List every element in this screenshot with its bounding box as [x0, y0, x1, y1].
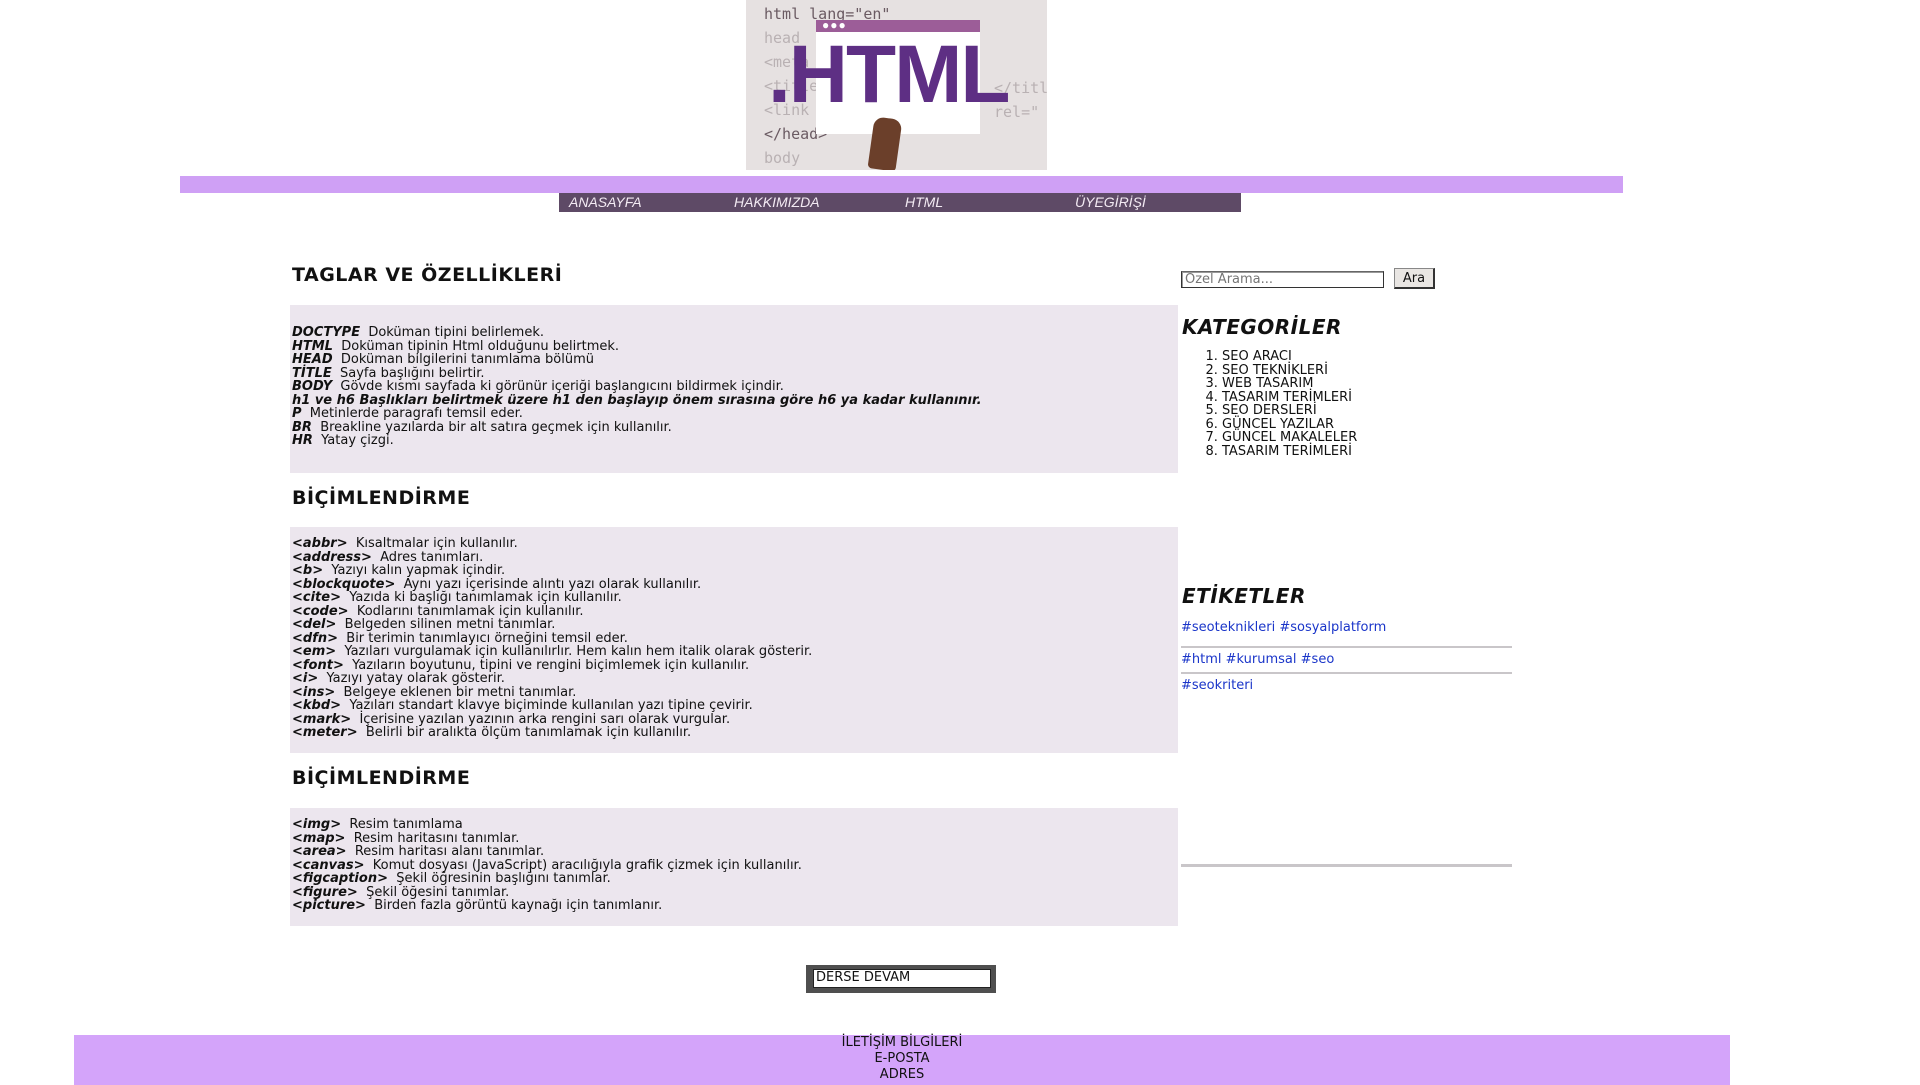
tag-row: <figure> Şekil öğesini tanımlar.: [292, 885, 1178, 900]
category-item[interactable]: GÜNCEL YAZILAR: [1222, 417, 1357, 432]
tag-row: <i> Yazıyı yatay olarak gösterir.: [292, 672, 1178, 686]
search-button[interactable]: Ara: [1394, 268, 1435, 289]
tag-link[interactable]: #seokriteri: [1181, 678, 1253, 693]
section-title-tags: TAGLAR VE ÖZELLİKLERİ: [292, 264, 563, 286]
tag-name: <meter>: [292, 725, 358, 740]
tag-row: P Metinlerde paragrafı temsil eder.: [292, 407, 1178, 421]
category-item[interactable]: SEO ARACI: [1222, 350, 1357, 364]
tag-row: <dfn> Bir terimin tanımlayıcı örneğini t…: [292, 631, 1178, 646]
tag-row: BR Breakline yazılarda bir alt satıra ge…: [292, 420, 1178, 435]
tag-row: HR Yatay çizgi.: [292, 434, 1178, 448]
top-accent-bar: [180, 176, 1623, 193]
tag-name: HR: [292, 433, 313, 448]
continue-lesson-label: DERSE DEVAM: [813, 969, 991, 988]
pointing-hand-icon: [867, 116, 903, 170]
media-content-box: <img> Resim tanımlama <map> Resim haritas…: [290, 808, 1178, 926]
divider: [1181, 646, 1512, 648]
tag-row: HEAD Doküman bilgilerini tanımlama bölüm…: [292, 353, 1178, 367]
tag-row: <b> Yazıyı kalın yapmak içindir.: [292, 564, 1178, 578]
categories-list: SEO ARACI SEO TEKNİKLERİ WEB TASARIM TAS…: [1181, 350, 1357, 458]
tag-row: <em> Yazıları vurgulamak için kullanılır…: [292, 645, 1178, 659]
nav-item-uyegirisi[interactable]: ÜYEGİRİŞİ: [1075, 194, 1146, 210]
main-nav: ANASAYFA HAKKIMIZDA HTML ÜYEGİRİŞİ: [559, 193, 1241, 212]
tag-description: Belirli bir aralıkta ölçüm tanımlamak iç…: [365, 725, 692, 740]
tag-line: #seoteknikleri #sosyalplatform: [1181, 620, 1386, 635]
tag-line: #seokriteri: [1181, 678, 1253, 693]
tag-row: <area> Resim haritası alanı tanımlar.: [292, 845, 1178, 859]
category-item[interactable]: GÜNCEL MAKALELER: [1222, 431, 1357, 445]
tag-row: <kbd> Yazıları standart klavye biçiminde…: [292, 699, 1178, 713]
category-item[interactable]: SEO TEKNİKLERİ: [1222, 363, 1357, 378]
tag-row: <figcaption> Şekil öğresinin başlığını t…: [292, 872, 1178, 886]
tag-row: HTML Doküman tipinin Html olduğunu belir…: [292, 339, 1178, 354]
footer-email: E-POSTA: [874, 1051, 930, 1066]
tag-name: <picture>: [292, 898, 366, 913]
footer-address: ADRES: [879, 1067, 925, 1082]
tag-link[interactable]: #seo: [1301, 652, 1335, 667]
tag-link[interactable]: #sosyalplatform: [1279, 620, 1386, 635]
tag-link[interactable]: #html: [1181, 652, 1222, 667]
nav-item-hakkimizda[interactable]: HAKKIMIZDA: [734, 194, 820, 210]
tag-row: <canvas> Komut dosyası (JavaScript) arac…: [292, 858, 1178, 873]
tag-row: <font> Yazıların boyutunu, tipini ve ren…: [292, 658, 1178, 673]
categories-title: KATEGORİLER: [1182, 315, 1342, 339]
tag-link[interactable]: #seoteknikleri: [1181, 620, 1275, 635]
nav-item-anasayfa[interactable]: ANASAYFA: [569, 194, 642, 210]
tag-line: #html #kurumsal #seo: [1181, 652, 1334, 667]
tag-row: <address> Adres tanımları.: [292, 550, 1178, 565]
category-item[interactable]: TASARIM TERİMLERİ: [1222, 390, 1357, 405]
search-input[interactable]: [1181, 271, 1384, 288]
tags-content-box: DOCTYPE Doküman tipini belirlemek. HTML D…: [290, 305, 1178, 473]
tag-row: TİTLE Sayfa başlığını belirtir.: [292, 366, 1178, 381]
tag-row: <map> Resim haritasını tanımlar.: [292, 831, 1178, 846]
category-item[interactable]: SEO DERSLERİ: [1222, 404, 1357, 418]
tag-row: <picture> Birden fazla görüntü kaynağı i…: [292, 899, 1178, 913]
tag-row: BODY Gövde kısmı sayfada ki görünür içer…: [292, 380, 1178, 394]
nav-item-html[interactable]: HTML: [905, 194, 943, 210]
tags-title: ETİKETLER: [1182, 584, 1306, 608]
tag-row: <img> Resim tanımlama: [292, 818, 1178, 832]
divider: [1181, 864, 1512, 867]
tag-description: Birden fazla görüntü kaynağı için tanıml…: [374, 898, 663, 913]
section-title-formatting: BİÇİMLENDİRME: [292, 487, 471, 509]
tag-row: <mark> İçerisine yazılan yazının arka re…: [292, 712, 1178, 727]
section-title-formatting-2: BİÇİMLENDİRME: [292, 767, 471, 789]
tag-row: DOCTYPE Doküman tipini belirlemek.: [292, 326, 1178, 340]
tag-description: Yatay çizgi.: [321, 433, 394, 448]
formatting-content-box: <abbr> Kısaltmalar için kullanılır. <addr…: [290, 527, 1178, 753]
tag-row: h1 ve h6 Başlıkları belirtmek üzere h1 d…: [292, 393, 1178, 408]
continue-lesson-button[interactable]: DERSE DEVAM: [806, 965, 996, 993]
tag-link[interactable]: #kurumsal: [1226, 652, 1297, 667]
tag-row: <ins> Belgeye eklenen bir metni tanımlar…: [292, 685, 1178, 700]
divider: [1181, 672, 1512, 674]
html-logo-image: html lang="en" head <meta <title <link <…: [746, 0, 1047, 170]
tag-row: <meter> Belirli bir aralıkta ölçüm tanım…: [292, 726, 1178, 740]
tag-row: <code> Kodlarını tanımlamak için kullanı…: [292, 604, 1178, 619]
tag-row: <abbr> Kısaltmalar için kullanılır.: [292, 537, 1178, 551]
footer-contact-info: İLETİŞİM BİLGİLERİ: [841, 1035, 963, 1050]
tag-row: <del> Belgeden silinen metni tanımlar.: [292, 618, 1178, 632]
logo-text: .HTML: [768, 29, 1010, 120]
category-item[interactable]: TASARIM TERİMLERİ: [1222, 444, 1357, 459]
tag-row: <cite> Yazıda ki başlığı tanımlamak için…: [292, 591, 1178, 605]
tag-row: <blockquote> Aynı yazı içerisinde alıntı…: [292, 577, 1178, 592]
footer: İLETİŞİM BİLGİLERİ E-POSTA ADRES: [74, 1035, 1730, 1085]
category-item[interactable]: WEB TASARIM: [1222, 377, 1357, 391]
